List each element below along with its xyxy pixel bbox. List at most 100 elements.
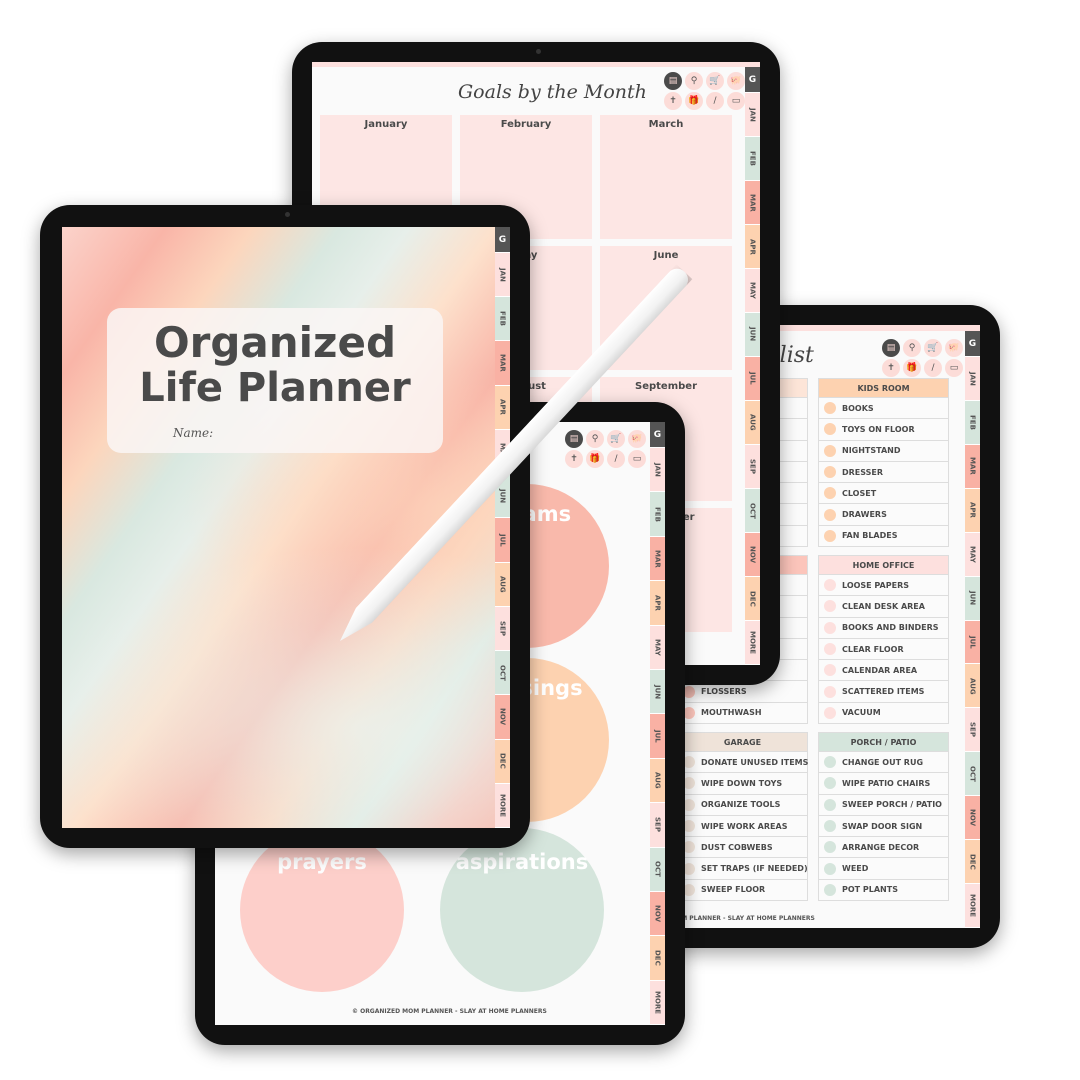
tab-aug[interactable]: AUG — [965, 664, 980, 709]
checklist-item[interactable]: DRAWERS — [818, 504, 949, 526]
tab-jun[interactable]: JUN — [965, 576, 980, 621]
tab-more[interactable]: MORE — [650, 980, 665, 1025]
cross-icon[interactable]: ✝ — [664, 92, 682, 110]
checkbox-circle[interactable] — [824, 643, 836, 656]
checklist-item[interactable]: POT PLANTS — [818, 879, 949, 902]
checklist-item[interactable]: CALENDAR AREA — [818, 660, 949, 682]
tab-more[interactable]: MORE — [495, 783, 510, 828]
checklist-item[interactable]: SET TRAPS (IF NEEDED) — [677, 858, 808, 880]
tab-nov[interactable]: NOV — [965, 796, 980, 841]
checkbox-circle[interactable] — [824, 423, 836, 436]
monitor-icon[interactable]: ▭ — [945, 359, 963, 377]
g-button[interactable]: G — [965, 331, 980, 357]
pen-icon[interactable]: / — [924, 359, 942, 377]
tab-jul[interactable]: JUL — [965, 620, 980, 665]
tab-mar[interactable]: MAR — [745, 181, 760, 225]
tab-jan[interactable]: JAN — [495, 253, 510, 298]
checklist-item[interactable]: DUST COBWEBS — [677, 837, 808, 859]
tab-oct[interactable]: OCT — [745, 489, 760, 533]
tab-may[interactable]: MAY — [650, 625, 665, 670]
checklist-item[interactable]: CHANGE OUT RUG — [818, 752, 949, 774]
checklist-item[interactable]: CLOSET — [818, 483, 949, 505]
checkbox-circle[interactable] — [824, 466, 836, 479]
planner-icon[interactable]: ▤ — [664, 72, 682, 90]
tab-dec[interactable]: DEC — [650, 936, 665, 981]
tab-may[interactable]: MAY — [745, 269, 760, 313]
circle-prayers[interactable]: prayers — [240, 828, 404, 992]
checkbox-circle[interactable] — [824, 402, 836, 415]
checkbox-circle[interactable] — [824, 798, 836, 811]
tab-aug[interactable]: AUG — [650, 758, 665, 804]
checklist-item[interactable]: SWEEP FLOOR — [677, 879, 808, 902]
planner-icon[interactable]: ▤ — [565, 430, 583, 448]
checklist-item[interactable]: NIGHTSTAND — [818, 440, 949, 462]
tab-apr[interactable]: APR — [650, 581, 665, 626]
hair-dryer-icon[interactable]: ⚲ — [586, 430, 604, 448]
checklist-item[interactable]: FAN BLADES — [818, 525, 949, 548]
tab-jun[interactable]: JUN — [650, 669, 665, 715]
checklist-item[interactable]: WIPE DOWN TOYS — [677, 773, 808, 795]
tab-nov[interactable]: NOV — [745, 533, 760, 577]
checkbox-circle[interactable] — [824, 579, 836, 592]
gift-icon[interactable]: 🎁 — [903, 359, 921, 377]
hair-dryer-icon[interactable]: ⚲ — [903, 339, 921, 357]
tab-oct[interactable]: OCT — [495, 651, 510, 696]
piggy-bank-icon[interactable]: 🐖 — [628, 430, 646, 448]
tab-aug[interactable]: AUG — [745, 401, 760, 445]
monitor-icon[interactable]: ▭ — [727, 92, 745, 110]
tab-jun[interactable]: JUN — [745, 313, 760, 357]
goal-box-march[interactable]: March — [600, 115, 732, 239]
checkbox-circle[interactable] — [824, 777, 836, 790]
tab-mar[interactable]: MAR — [965, 444, 980, 489]
pen-icon[interactable]: / — [607, 450, 625, 468]
g-button[interactable]: G — [650, 422, 665, 448]
tab-feb[interactable]: FEB — [495, 297, 510, 342]
tab-dec[interactable]: DEC — [495, 739, 510, 784]
tab-feb[interactable]: FEB — [745, 137, 760, 181]
checklist-item[interactable]: SWEEP PORCH / PATIO — [818, 794, 949, 816]
tab-oct[interactable]: OCT — [650, 847, 665, 892]
cart-icon[interactable]: 🛒 — [607, 430, 625, 448]
tab-feb[interactable]: FEB — [965, 400, 980, 445]
checklist-item[interactable]: WEED — [818, 858, 949, 880]
checklist-item[interactable]: WIPE PATIO CHAIRS — [818, 773, 949, 795]
tab-may[interactable]: MAY — [965, 532, 980, 577]
checkbox-circle[interactable] — [824, 529, 836, 542]
piggy-bank-icon[interactable]: 🐖 — [945, 339, 963, 357]
tab-apr[interactable]: APR — [495, 385, 510, 430]
checklist-item[interactable]: DRESSER — [818, 461, 949, 484]
tab-more[interactable]: MORE — [965, 884, 980, 928]
tab-mar[interactable]: MAR — [650, 536, 665, 582]
checkbox-circle[interactable] — [824, 841, 836, 854]
tab-jul[interactable]: JUL — [495, 518, 510, 563]
checkbox-circle[interactable] — [824, 444, 836, 457]
monitor-icon[interactable]: ▭ — [628, 450, 646, 468]
cross-icon[interactable]: ✝ — [882, 359, 900, 377]
tab-aug[interactable]: AUG — [495, 562, 510, 607]
checkbox-circle[interactable] — [824, 883, 836, 896]
tab-jan[interactable]: JAN — [650, 448, 665, 493]
tab-jul[interactable]: JUL — [650, 714, 665, 759]
tab-apr[interactable]: APR — [965, 488, 980, 533]
checklist-item[interactable]: TOYS ON FLOOR — [818, 419, 949, 441]
tab-sep[interactable]: SEP — [965, 708, 980, 753]
tab-jan[interactable]: JAN — [965, 357, 980, 401]
pen-icon[interactable]: / — [706, 92, 724, 110]
tab-nov[interactable]: NOV — [650, 891, 665, 937]
checklist-item[interactable]: CLEAR FLOOR — [818, 638, 949, 661]
checklist-item[interactable]: SCATTERED ITEMS — [818, 681, 949, 703]
planner-icon[interactable]: ▤ — [882, 339, 900, 357]
checkbox-circle[interactable] — [824, 487, 836, 500]
checkbox-circle[interactable] — [824, 685, 836, 698]
checklist-item[interactable]: VACUUM — [818, 702, 949, 725]
checklist-item[interactable]: DONATE UNUSED ITEMS — [677, 752, 808, 774]
checkbox-circle[interactable] — [824, 664, 836, 677]
tab-dec[interactable]: DEC — [745, 577, 760, 621]
cross-icon[interactable]: ✝ — [565, 450, 583, 468]
tab-dec[interactable]: DEC — [965, 840, 980, 885]
checklist-item[interactable]: LOOSE PAPERS — [818, 575, 949, 597]
cart-icon[interactable]: 🛒 — [706, 72, 724, 90]
checklist-item[interactable]: SWAP DOOR SIGN — [818, 815, 949, 838]
tab-mar[interactable]: MAR — [495, 341, 510, 386]
checkbox-circle[interactable] — [824, 862, 836, 875]
